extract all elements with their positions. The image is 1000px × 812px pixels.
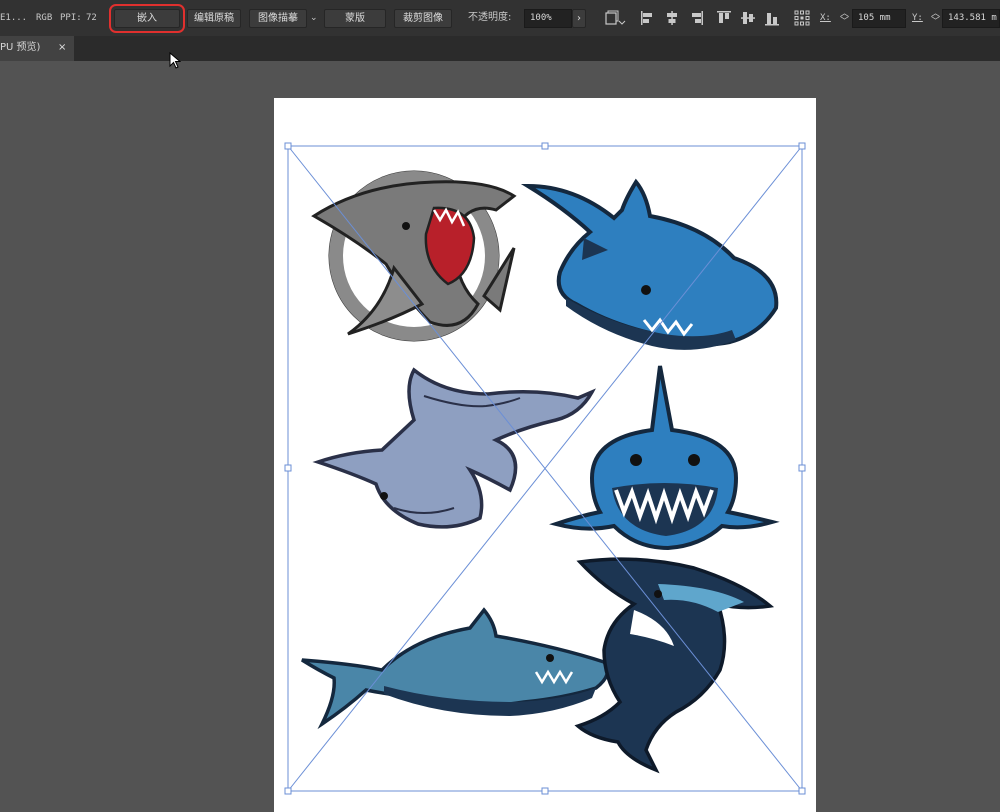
- hammerhead-shark-illustration: [312, 367, 596, 529]
- opacity-field[interactable]: 100%: [524, 9, 572, 28]
- document-name: E1...: [0, 13, 28, 23]
- gray-shark-illustration: [311, 170, 517, 342]
- control-bar: E1... RGB PPI: 72 嵌入 编辑原稿 图像描摹 ⌄ 蒙版 裁剪图像…: [0, 0, 1000, 36]
- align-bottom-icon[interactable]: [764, 9, 780, 27]
- embed-button[interactable]: 嵌入: [109, 4, 185, 33]
- navy-shark-illustration: [574, 557, 775, 774]
- align-top-icon[interactable]: [716, 9, 732, 27]
- artboard[interactable]: [274, 98, 816, 812]
- align-center-icon[interactable]: [664, 9, 680, 27]
- mask-button[interactable]: 蒙版: [324, 9, 386, 28]
- placed-image[interactable]: [274, 98, 816, 812]
- x-label: X:: [820, 13, 831, 23]
- color-mode: RGB: [36, 13, 53, 23]
- document-setup-icon[interactable]: [604, 9, 626, 27]
- x-position-field[interactable]: 105 mm: [852, 9, 906, 28]
- image-trace-button[interactable]: 图像描摹: [249, 9, 307, 28]
- align-left-icon[interactable]: [640, 9, 656, 27]
- chevron-down-icon[interactable]: ⌄: [310, 12, 318, 24]
- y-stepper-icon[interactable]: ︿ ﹀: [931, 10, 940, 27]
- y-label: Y:: [912, 13, 923, 23]
- document-tab[interactable]: PU 预览) ×: [0, 36, 74, 61]
- reference-point-icon[interactable]: [794, 9, 810, 27]
- align-right-icon[interactable]: [688, 9, 704, 27]
- crop-image-button[interactable]: 裁剪图像: [394, 9, 452, 28]
- blue-shark-illustration: [520, 178, 779, 350]
- y-position-field[interactable]: 143.581 m: [942, 9, 1000, 28]
- cursor-arrow-icon: [169, 52, 181, 69]
- x-stepper-icon[interactable]: ︿ ﹀: [840, 10, 849, 27]
- align-middle-icon[interactable]: [740, 9, 756, 27]
- ppi-value: 72: [86, 13, 97, 23]
- teal-shark-illustration: [301, 607, 610, 730]
- close-icon[interactable]: ×: [58, 42, 66, 54]
- document-tab-label: PU 预览): [0, 42, 41, 53]
- opacity-label: 不透明度:: [468, 12, 512, 23]
- edit-original-button[interactable]: 编辑原稿: [187, 9, 241, 28]
- document-tab-bar: PU 预览) ×: [0, 36, 1000, 61]
- ppi-label: PPI:: [60, 13, 82, 23]
- chevron-right-icon[interactable]: ›: [572, 9, 586, 28]
